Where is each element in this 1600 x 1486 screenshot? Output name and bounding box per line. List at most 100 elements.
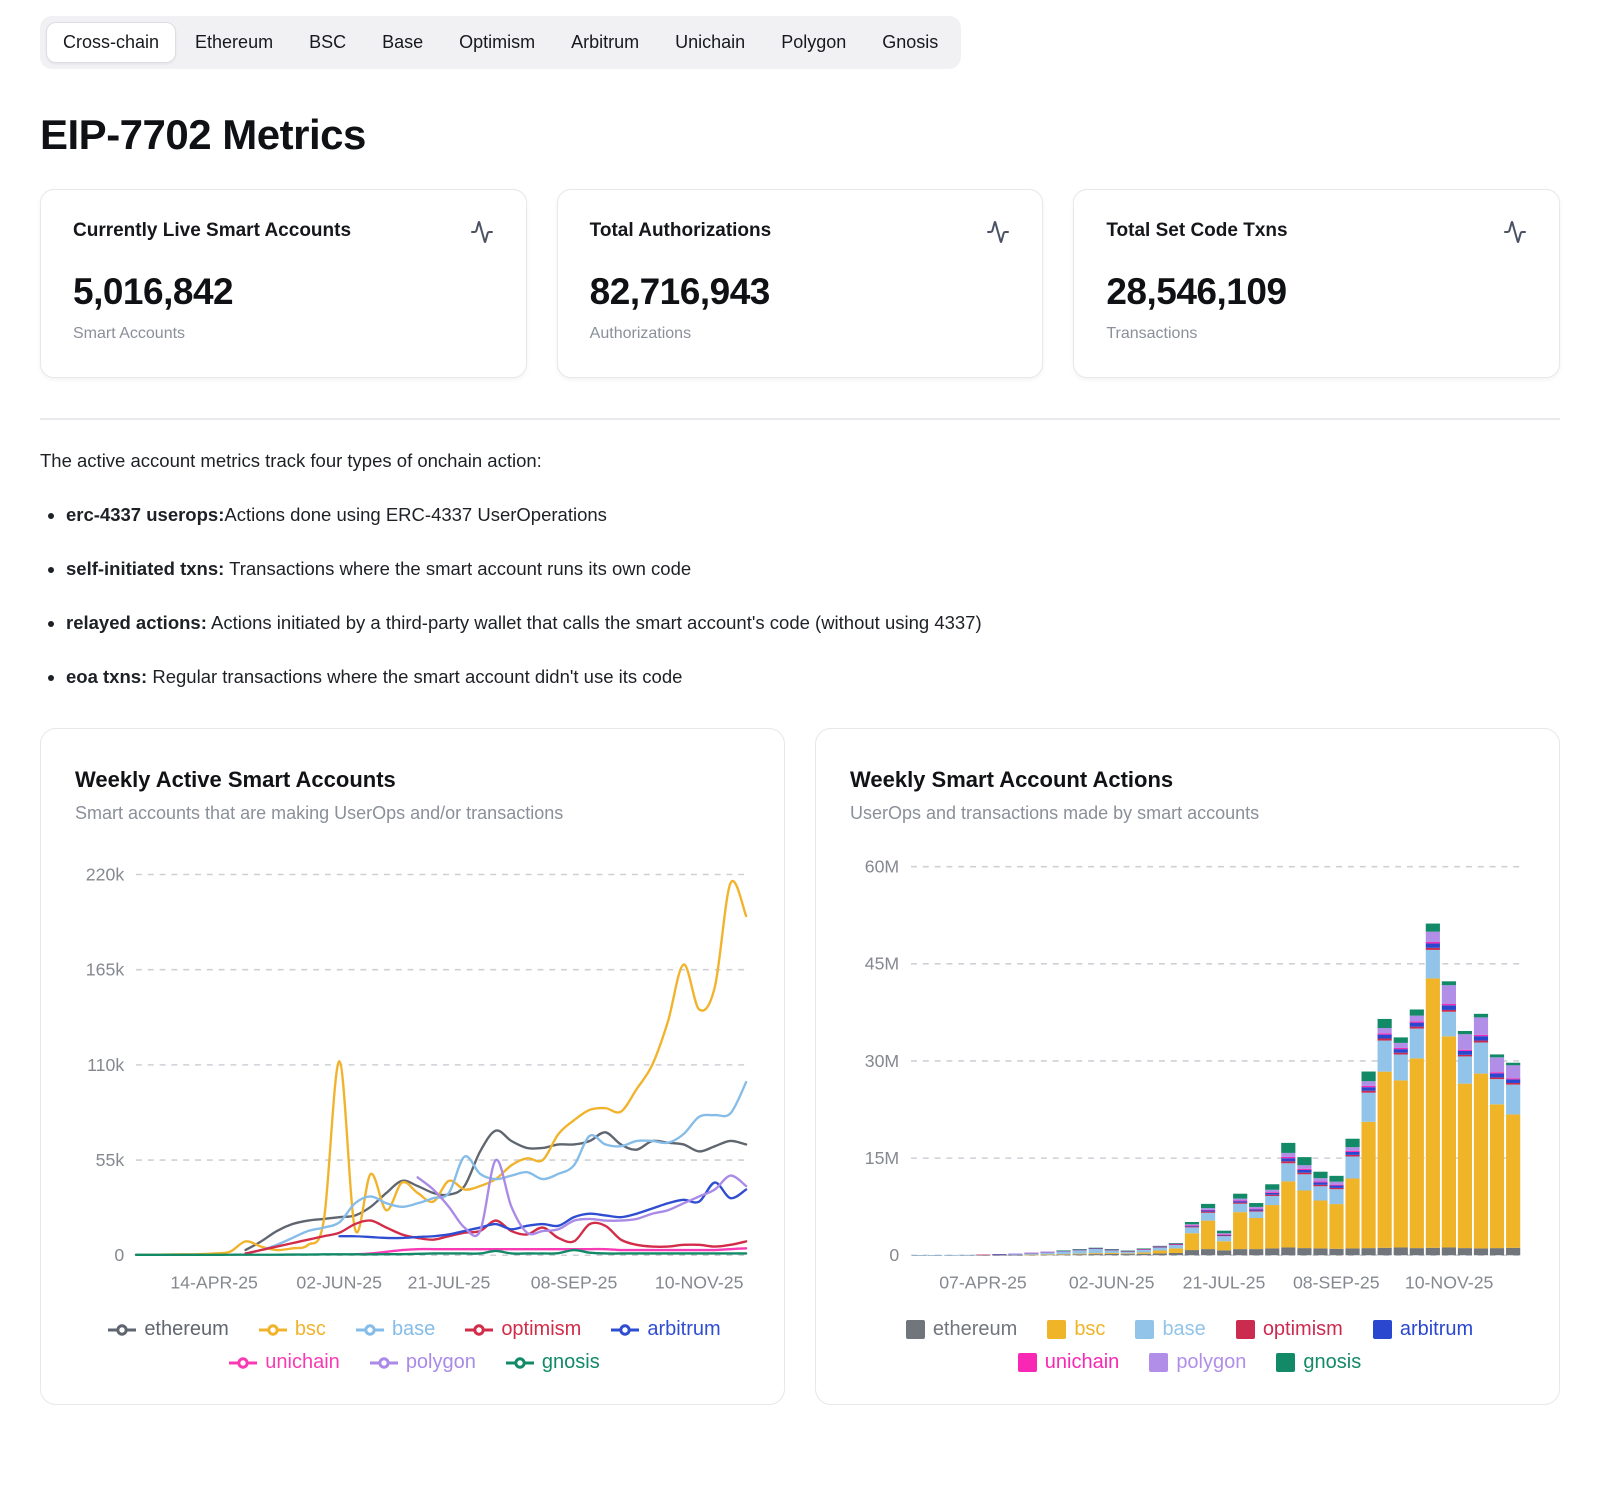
bar-segment-bsc: [1088, 1253, 1103, 1255]
bar-segment-ethereum: [1136, 1253, 1151, 1256]
stat-card-title: Total Set Code Txns: [1106, 220, 1288, 241]
bar-segment-bsc: [1281, 1181, 1296, 1248]
bar-segment-ethereum: [1249, 1249, 1264, 1256]
bar-segment-ethereum: [1457, 1248, 1473, 1256]
tab-cross-chain[interactable]: Cross-chain: [46, 22, 177, 63]
svg-text:21-JUL-25: 21-JUL-25: [408, 1273, 491, 1293]
weekly-smart-account-actions-card: Weekly Smart Account Actions UserOps and…: [815, 728, 1560, 1406]
legend-item-unichain[interactable]: unichain: [229, 1351, 340, 1374]
bar-chart: 0 15M 30M 45M 60M 07-APR-25 02-JUN-25 21-JUL-25…: [850, 838, 1529, 1306]
bar-segment-base: [1233, 1203, 1248, 1213]
svg-text:45M: 45M: [865, 954, 899, 974]
bar-segment-bsc: [1120, 1253, 1135, 1255]
bar-segment-base: [1457, 1056, 1473, 1084]
bar-segment-arbitrum: [1281, 1158, 1296, 1162]
svg-text:02-JUN-25: 02-JUN-25: [296, 1273, 382, 1293]
list-item: eoa txns: Regular transactions where the…: [66, 666, 1560, 688]
legend-item-polygon[interactable]: polygon: [369, 1351, 476, 1374]
bar-segment-gnosis: [1217, 1230, 1232, 1234]
stat-card-title: Currently Live Smart Accounts: [73, 220, 352, 241]
bar-segment-optimism: [1377, 1038, 1392, 1041]
bar-segment-base: [1152, 1247, 1167, 1251]
legend-item-bsc[interactable]: bsc: [258, 1318, 326, 1341]
bar-segment-arbitrum: [1297, 1169, 1312, 1173]
legend-item-bsc[interactable]: bsc: [1047, 1318, 1105, 1341]
tab-base[interactable]: Base: [365, 22, 440, 63]
bar-segment-optimism: [1281, 1161, 1296, 1164]
legend-item-gnosis[interactable]: gnosis: [1276, 1351, 1361, 1374]
legend-label: optimism: [1262, 1318, 1343, 1341]
bar-segment-unichain: [1184, 1225, 1200, 1227]
activity-icon: [986, 220, 1010, 249]
tab-gnosis[interactable]: Gnosis: [865, 22, 955, 63]
bar-segment-polygon: [1008, 1253, 1023, 1255]
bar-segment-polygon: [1457, 1034, 1473, 1050]
svg-text:220k: 220k: [86, 864, 125, 884]
legend-item-unichain[interactable]: unichain: [1017, 1351, 1119, 1374]
tab-unichain[interactable]: Unichain: [658, 22, 762, 63]
bar-segment-ethereum: [1233, 1249, 1248, 1256]
bar-segment-base: [1297, 1174, 1312, 1191]
bar-segment-optimism: [1345, 1154, 1360, 1157]
bar-segment-unichain: [1233, 1200, 1248, 1202]
base-legend-marker: [355, 1324, 384, 1336]
bar-segment-polygon: [1040, 1251, 1055, 1253]
unichain-legend-marker: [1017, 1353, 1037, 1373]
bar-segment-ethereum: [1104, 1253, 1119, 1256]
bar-segment-bsc: [1345, 1178, 1360, 1249]
bar-segment-unichain: [1457, 1049, 1473, 1051]
legend-item-polygon[interactable]: polygon: [1149, 1351, 1246, 1374]
bsc-legend-marker: [258, 1324, 287, 1336]
bar-segment-polygon: [1506, 1065, 1521, 1079]
bar-segment-optimism: [1184, 1226, 1200, 1228]
legend-item-optimism[interactable]: optimism: [465, 1318, 581, 1341]
bar-segment-bsc: [1217, 1241, 1232, 1251]
tab-bsc[interactable]: BSC: [292, 22, 363, 63]
bar-segment-ethereum: [1489, 1248, 1505, 1256]
bar-segment-optimism: [1425, 947, 1440, 950]
bar-segment-base: [1441, 1011, 1456, 1037]
bar-segment-base: [1201, 1212, 1216, 1221]
bar-segment-polygon: [1249, 1206, 1264, 1209]
legend-item-base[interactable]: base: [355, 1318, 436, 1341]
bar-segment-optimism: [1441, 1009, 1456, 1012]
bar-segment-gnosis: [1056, 1250, 1071, 1252]
bar-segment-optimism: [1489, 1077, 1505, 1080]
bar-segment-gnosis: [1313, 1171, 1328, 1179]
legend-label: base: [1162, 1318, 1206, 1341]
legend-item-optimism[interactable]: optimism: [1235, 1318, 1343, 1341]
legend-item-arbitrum[interactable]: arbitrum: [611, 1318, 721, 1341]
optimism-legend-marker: [465, 1324, 494, 1336]
tab-ethereum[interactable]: Ethereum: [178, 22, 290, 63]
line-chart: 0 55k 110k 165k 220k 14-APR-25 02-JUN-25 21-JUL…: [75, 838, 754, 1306]
legend-label: arbitrum: [1399, 1318, 1474, 1341]
svg-text:0: 0: [114, 1245, 124, 1265]
tab-arbitrum[interactable]: Arbitrum: [554, 22, 656, 63]
bar-segment-unichain: [1217, 1234, 1232, 1235]
bar-segment-arbitrum: [1233, 1201, 1248, 1203]
bar-segment-bsc: [1457, 1083, 1473, 1249]
bar-segment-unichain: [1249, 1208, 1264, 1210]
legend-item-ethereum[interactable]: ethereum: [108, 1318, 229, 1341]
bar-segment-unichain: [1377, 1033, 1392, 1035]
bar-segment-optimism: [1313, 1184, 1328, 1187]
bar-segment-polygon: [1184, 1224, 1200, 1226]
dashboard-page: Cross-chain Ethereum BSC Base Optimism A…: [0, 0, 1600, 1445]
bar-segment-gnosis: [1152, 1245, 1167, 1247]
legend-label: polygon: [1176, 1351, 1247, 1374]
stat-card-value: 28,546,109: [1106, 271, 1287, 312]
bar-segment-bsc: [1361, 1121, 1376, 1249]
legend-item-arbitrum[interactable]: arbitrum: [1372, 1318, 1474, 1341]
tab-polygon[interactable]: Polygon: [764, 22, 863, 63]
bar-segment-gnosis: [1281, 1142, 1296, 1153]
bar-segment-gnosis: [1201, 1203, 1216, 1209]
legend-label: base: [391, 1318, 436, 1341]
legend-item-ethereum[interactable]: ethereum: [905, 1318, 1017, 1341]
legend-item-base[interactable]: base: [1135, 1318, 1206, 1341]
tab-optimism[interactable]: Optimism: [442, 22, 552, 63]
bar-segment-polygon: [1217, 1233, 1232, 1235]
bar-segment-optimism: [1506, 1082, 1521, 1085]
legend-item-gnosis[interactable]: gnosis: [505, 1351, 600, 1374]
bar-segment-bsc: [1152, 1250, 1167, 1254]
bar-segment-bsc: [1329, 1204, 1344, 1249]
